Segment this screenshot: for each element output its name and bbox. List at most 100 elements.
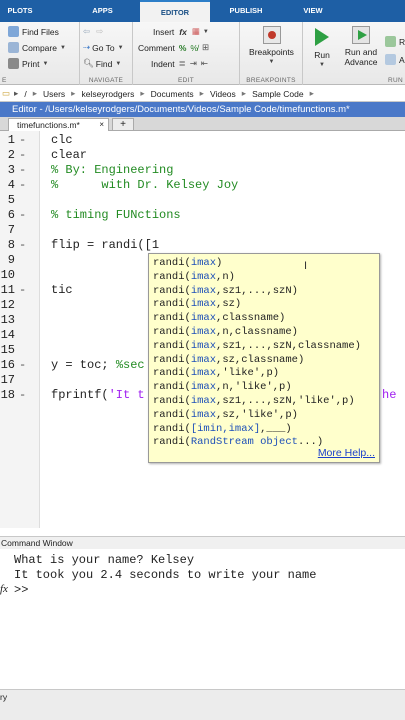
tab-plots[interactable]: PLOTS — [0, 0, 40, 22]
back-forward-buttons[interactable]: ⇦ ⇨ — [83, 26, 103, 37]
run-and-advance-button[interactable]: Run and Advance — [341, 26, 381, 67]
run-section-button[interactable]: R — [385, 36, 405, 47]
executable-marker[interactable]: - — [19, 133, 26, 148]
code-line[interactable]: 8- flip = randi([1 — [0, 238, 405, 253]
command-window-title: Command Window — [0, 536, 405, 549]
breakpoints-section-label: BREAKPOINTS — [246, 77, 296, 84]
advance-button[interactable]: A — [385, 54, 405, 65]
folder-icon[interactable]: ▭ — [2, 88, 10, 99]
signature-function: randi( — [153, 408, 191, 421]
signature-item[interactable]: randi([imin,imax],___) — [153, 423, 292, 437]
executable-marker[interactable]: - — [19, 358, 26, 373]
percent-icon[interactable]: % — [179, 43, 187, 53]
navigate-section: ⇦ ⇨ ⇢ Go To ▼ 🔍︎ Find ▼ NAVIGATE — [80, 22, 133, 85]
signature-item[interactable]: randi(imax,sz) — [153, 298, 241, 312]
folder-up-icon[interactable]: ▸ — [14, 88, 18, 99]
code-line[interactable]: 3- % By: Engineering — [0, 163, 405, 178]
line-number: 6 — [7, 208, 15, 222]
compare-button[interactable]: Compare ▼ — [8, 42, 66, 53]
path-users[interactable]: Users — [43, 89, 65, 99]
command-prompt[interactable]: >> — [14, 583, 28, 598]
signature-item[interactable]: randi(imax,sz,'like',p) — [153, 409, 298, 423]
path-videos[interactable]: Videos — [210, 89, 236, 99]
signature-item[interactable]: randi(imax,n,'like',p) — [153, 381, 292, 395]
path-separator-icon: ▸ — [241, 88, 247, 98]
smart-indent-icon[interactable]: ≣ — [179, 58, 186, 69]
code-line[interactable]: 7 — [0, 223, 405, 238]
code-line[interactable]: 4- % with Dr. Kelsey Joy — [0, 178, 405, 193]
signature-item[interactable]: randi(imax) — [153, 257, 222, 271]
find-button[interactable]: 🔍︎ Find ▼ — [83, 58, 121, 69]
code-text: % with Dr. Kelsey Joy — [51, 178, 239, 192]
signature-function: randi( — [153, 436, 191, 449]
command-window[interactable]: What is your name? Kelsey It took you 2.… — [0, 549, 405, 689]
executable-marker[interactable]: - — [19, 208, 26, 223]
chevron-down-icon: ▼ — [319, 62, 325, 68]
executable-marker[interactable]: - — [19, 148, 26, 163]
forward-arrow-icon[interactable]: ⇨ — [96, 26, 103, 37]
fx-icon[interactable]: fx — [0, 583, 8, 595]
signature-item[interactable]: randi(imax,sz1,...,szN,'like',p) — [153, 395, 355, 409]
executable-marker[interactable]: - — [19, 178, 26, 193]
go-to-button[interactable]: ⇢ Go To ▼ — [83, 42, 124, 53]
executable-marker[interactable]: - — [19, 238, 26, 253]
path-kelseyrodgers[interactable]: kelseyrodgers — [81, 89, 134, 99]
uncomment-icon[interactable]: %̸ — [190, 43, 198, 53]
tab-editor[interactable]: EDITOR — [140, 0, 210, 22]
signature-item[interactable]: randi(imax,classname) — [153, 312, 285, 326]
signature-item[interactable]: randi(imax,'like',p) — [153, 367, 279, 381]
signature-item[interactable]: randi(imax,sz,classname) — [153, 354, 304, 368]
tab-publish[interactable]: PUBLISH — [210, 0, 282, 22]
indent-label: Indent — [151, 58, 175, 69]
signature-function: randi( — [153, 395, 191, 407]
new-tab-button[interactable]: + — [112, 118, 134, 131]
executable-marker[interactable]: - — [19, 163, 26, 178]
path-separator-icon: ▸ — [199, 88, 204, 98]
line-number: 17 — [0, 373, 15, 387]
more-help-link[interactable]: More Help... — [318, 447, 375, 459]
executable-marker[interactable]: - — [19, 283, 26, 298]
increase-indent-icon[interactable]: ⇥ — [190, 58, 197, 69]
close-icon[interactable]: × — [99, 119, 104, 131]
print-button[interactable]: Print ▼ — [8, 58, 48, 69]
signature-item[interactable]: randi(imax,n) — [153, 271, 235, 285]
run-label: Run — [314, 50, 330, 60]
code-line[interactable]: 6- % timing FUNctions — [0, 208, 405, 223]
fx-icon[interactable]: fx — [179, 27, 187, 37]
signature-item[interactable]: randi(imax,sz1,...,szN,classname) — [153, 340, 361, 354]
signature-rest: ,sz1,...,szN,classname) — [216, 339, 361, 352]
signature-item[interactable]: randi(imax,n,classname) — [153, 326, 298, 340]
executable-marker[interactable]: - — [19, 388, 26, 403]
insert-button[interactable]: Insert fx ▦ ▼ — [153, 26, 209, 37]
code-line[interactable]: 2- clear — [0, 148, 405, 163]
back-arrow-icon[interactable]: ⇦ — [83, 26, 90, 37]
code-text-tail: he — [382, 388, 397, 402]
code-line[interactable]: 1- clc — [0, 133, 405, 148]
ribbon: Find Files Compare ▼ Print ▼ E ⇦ ⇨ ⇢ Go … — [0, 22, 405, 85]
code-line[interactable]: 5 — [0, 193, 405, 208]
navigate-section-label: NAVIGATE — [88, 77, 124, 84]
signature-item[interactable]: randi(imax,sz1,...,szN) — [153, 285, 298, 299]
path-sample-code[interactable]: Sample Code — [252, 89, 304, 99]
tab-apps[interactable]: APPS — [65, 0, 140, 22]
decrease-indent-icon[interactable]: ⇤ — [201, 58, 208, 69]
status-bar: ry — [0, 689, 405, 720]
run-section: Run ▼ Run and Advance R A RUN — [303, 22, 405, 85]
line-number: 7 — [7, 223, 15, 237]
comment-button[interactable]: Comment % %̸ ⊞ — [138, 42, 209, 53]
wrap-comments-icon[interactable]: ⊞ — [202, 42, 209, 53]
find-files-button[interactable]: Find Files — [8, 26, 59, 37]
editor-title-bar: Editor - /Users/kelseyrodgers/Documents/… — [0, 102, 405, 117]
path-root[interactable]: / — [24, 89, 26, 99]
file-tab-timefunctions[interactable]: timefunctions.m* × — [8, 118, 109, 131]
insert-section-icon[interactable]: ▦ — [192, 26, 200, 37]
breakpoints-button[interactable]: Breakpoints ▼ — [244, 26, 299, 67]
signature-rest: ,sz,classname) — [216, 353, 305, 366]
path-documents[interactable]: Documents — [151, 89, 194, 99]
signature-item[interactable]: randi(RandStream object...) — [153, 436, 323, 450]
run-button[interactable]: Run ▼ — [308, 26, 336, 70]
function-hint-popup[interactable]: randi(imax) randi(imax,n) randi(imax,sz1,.… — [148, 253, 380, 463]
indent-button[interactable]: Indent ≣ ⇥ ⇤ — [151, 58, 208, 69]
tab-view[interactable]: VIEW — [282, 0, 344, 22]
signature-args: imax — [190, 326, 217, 338]
